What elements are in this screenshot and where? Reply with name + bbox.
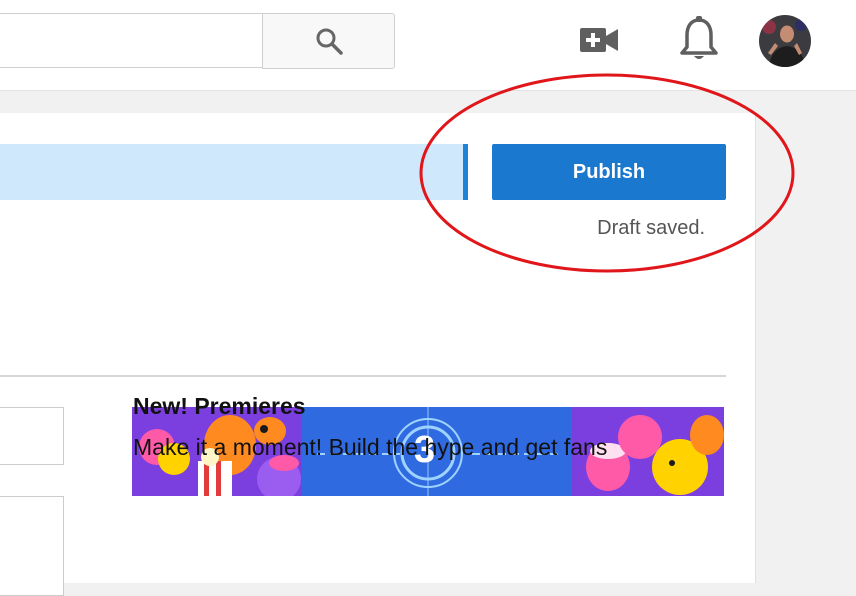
search-icon <box>316 28 343 55</box>
description-field[interactable] <box>0 496 64 596</box>
upload-progress-marker <box>463 144 468 200</box>
publish-panel: Publish Draft saved. 3 <box>0 113 756 596</box>
title-field[interactable] <box>0 407 64 465</box>
notifications-button[interactable] <box>677 15 721 63</box>
divider <box>0 375 726 377</box>
video-camera-plus-icon <box>580 28 618 52</box>
bell-icon <box>680 16 718 59</box>
search-button[interactable] <box>262 13 395 69</box>
avatar[interactable] <box>759 15 811 67</box>
promo-title: New! Premieres <box>133 393 306 419</box>
search-input[interactable] <box>0 13 263 68</box>
promo-body: Make it a moment! Build the hype and get… <box>133 434 608 460</box>
account-avatar-image <box>759 15 811 67</box>
top-bar <box>0 0 856 91</box>
create-video-button[interactable] <box>578 22 620 58</box>
draft-status: Draft saved. <box>597 217 705 239</box>
publish-button[interactable]: Publish <box>492 144 726 200</box>
upload-progress-bar <box>0 144 463 200</box>
